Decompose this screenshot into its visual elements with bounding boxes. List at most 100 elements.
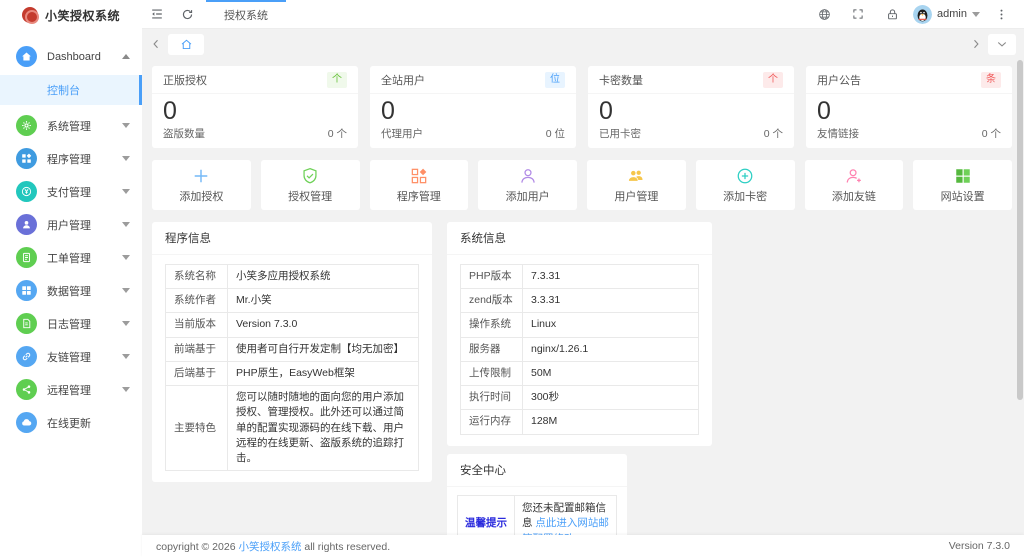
user-plus-icon <box>846 168 861 183</box>
scrollbar-thumb[interactable] <box>1017 60 1023 400</box>
gear-icon <box>16 115 37 136</box>
stat-sub-label: 代理用户 <box>381 128 423 140</box>
user-icon <box>16 214 37 235</box>
chevron-down-icon <box>122 387 130 392</box>
chevron-right-icon[interactable] <box>970 38 982 50</box>
tab-authorization-system[interactable]: 授权系统 <box>206 0 286 28</box>
home-tab[interactable] <box>168 33 204 55</box>
sidebar-item-label: 日志管理 <box>47 318 91 331</box>
chevron-down-icon <box>122 255 130 260</box>
stat-sub-value: 0 个 <box>981 128 1001 140</box>
kebab-menu-icon[interactable] <box>986 0 1016 28</box>
card-title: 系统信息 <box>447 222 712 255</box>
app-window: 小笑授权系统 Dashboard 控制台 系统管理 程序管理 支付管理 用户管理… <box>0 0 1024 557</box>
stat-sub-value: 0 位 <box>545 128 565 140</box>
globe-icon[interactable] <box>809 0 839 28</box>
table-row: 系统名称 小笑多应用授权系统 <box>165 263 419 290</box>
stat-value: 0 <box>817 97 831 125</box>
sidebar-item-users[interactable]: 用户管理 <box>0 208 142 241</box>
table-row: 服务器 nginx/1.26.1 <box>460 336 699 362</box>
chevron-down-icon <box>122 222 130 227</box>
license-manage-button[interactable]: 授权管理 <box>260 160 360 210</box>
fullscreen-icon[interactable] <box>843 0 873 28</box>
program-info-card: 程序信息 系统名称 小笑多应用授权系统 系统作者 Mr.小笑 当前版本 Version… <box>152 222 432 483</box>
shortcut-label: 添加用户 <box>505 190 550 203</box>
stat-title: 卡密数量 <box>599 75 643 87</box>
chevron-down-icon <box>122 123 130 128</box>
shield-check-icon <box>303 167 317 184</box>
chevron-down-icon <box>972 11 980 17</box>
chevron-left-icon[interactable] <box>150 38 162 50</box>
sidebar-item-label: 程序管理 <box>47 153 91 166</box>
site-settings-button[interactable]: 网站设置 <box>913 160 1012 210</box>
sidebar-item-remote[interactable]: 远程管理 <box>0 373 142 406</box>
home-icon <box>181 39 191 49</box>
stat-sub-label: 盗版数量 <box>163 128 205 140</box>
refresh-icon[interactable] <box>172 0 202 28</box>
stat-value: 0 <box>599 97 613 125</box>
sidebar-item-program[interactable]: 程序管理 <box>0 142 142 175</box>
shortcut-label: 用户管理 <box>614 190 659 203</box>
security-table: 温馨提示 您还未配置邮箱信息 点此进入网站邮箱配置修改 绝对重要 请及时修改默认… <box>457 494 617 535</box>
version-label: Version 7.3.0 <box>948 540 1010 552</box>
apps-icon <box>411 168 427 183</box>
sidebar-item-dashboard[interactable]: Dashboard <box>0 40 142 73</box>
add-user-button[interactable]: 添加用户 <box>478 160 577 210</box>
add-friend-link-button[interactable]: 添加友链 <box>804 160 904 210</box>
sidebar-item-links[interactable]: 友链管理 <box>0 340 142 373</box>
document-icon <box>16 247 37 268</box>
site-link[interactable]: 小笑授权系统 <box>238 541 301 553</box>
grid-icon <box>16 280 37 301</box>
unit-badge: 位 <box>545 72 565 88</box>
sidebar-item-logs[interactable]: 日志管理 <box>0 307 142 340</box>
program-manage-button[interactable]: 程序管理 <box>369 160 469 210</box>
stat-sub-label: 已用卡密 <box>599 128 641 140</box>
tab-strip-controls <box>970 33 1016 55</box>
sidebar-item-console[interactable]: 控制台 <box>0 75 142 105</box>
logo-badge-icon <box>21 7 39 24</box>
card-title: 程序信息 <box>152 222 432 255</box>
footer: copyright © 2026 小笑授权系统 all rights reser… <box>142 535 1024 557</box>
tab-options-dropdown[interactable] <box>988 33 1016 55</box>
page-tab-strip <box>142 30 1024 58</box>
table-row: PHP版本 7.3.31 <box>460 263 699 290</box>
email-config-link[interactable]: 点此进入网站邮箱配置修改 <box>522 517 609 535</box>
sidebar-item-system[interactable]: 系统管理 <box>0 109 142 142</box>
sidebar-item-label: 远程管理 <box>47 384 91 397</box>
add-card-key-button[interactable]: 添加卡密 <box>695 160 795 210</box>
apps-icon <box>16 148 37 169</box>
shortcut-label: 添加授权 <box>179 190 224 203</box>
file-icon <box>16 313 37 334</box>
collapse-menu-icon[interactable] <box>142 0 172 28</box>
shortcut-label: 添加友链 <box>831 190 876 203</box>
stat-value: 0 <box>163 97 177 125</box>
logo[interactable]: 小笑授权系统 <box>0 0 142 30</box>
table-row: 温馨提示 您还未配置邮箱信息 点此进入网站邮箱配置修改 <box>457 494 617 535</box>
table-row: 执行时间 300秒 <box>460 385 699 411</box>
table-row: 系统作者 Mr.小笑 <box>165 288 419 314</box>
sidebar-item-label: 用户管理 <box>47 219 91 232</box>
table-row: 操作系统 Linux <box>460 312 699 338</box>
sidebar-item-label: 在线更新 <box>47 417 91 430</box>
user-manage-button[interactable]: 用户管理 <box>587 160 686 210</box>
sidebar-item-payment[interactable]: 支付管理 <box>0 175 142 208</box>
tab-label: 授权系统 <box>224 10 268 22</box>
system-info-card: 系统信息 PHP版本 7.3.31 zend版本 3.3.31 操作系统 Linux … <box>447 222 712 446</box>
user-menu[interactable]: admin <box>911 4 982 24</box>
sidebar-item-label: Dashboard <box>47 50 101 63</box>
copyright: copyright © 2026 小笑授权系统 all rights reser… <box>156 540 391 553</box>
sidebar-item-update[interactable]: 在线更新 <box>0 406 142 439</box>
stat-value: 0 <box>381 97 395 125</box>
shortcut-label: 添加卡密 <box>723 190 768 203</box>
add-license-button[interactable]: 添加授权 <box>152 160 251 210</box>
card-title: 安全中心 <box>447 454 627 487</box>
top-header: 授权系统 admin <box>142 0 1024 29</box>
table-row: 主要特色 您可以随时随地的面向您的用户添加授权、管理授权。此外还可以通过简单的配置… <box>165 385 419 472</box>
sidebar-item-label: 支付管理 <box>47 186 91 199</box>
lock-icon[interactable] <box>877 0 907 28</box>
sidebar-item-label: 友链管理 <box>47 351 91 364</box>
sidebar-item-tickets[interactable]: 工单管理 <box>0 241 142 274</box>
yen-coin-icon <box>16 181 37 202</box>
stat-sub-value: 0 个 <box>327 128 347 140</box>
sidebar-item-data[interactable]: 数据管理 <box>0 274 142 307</box>
